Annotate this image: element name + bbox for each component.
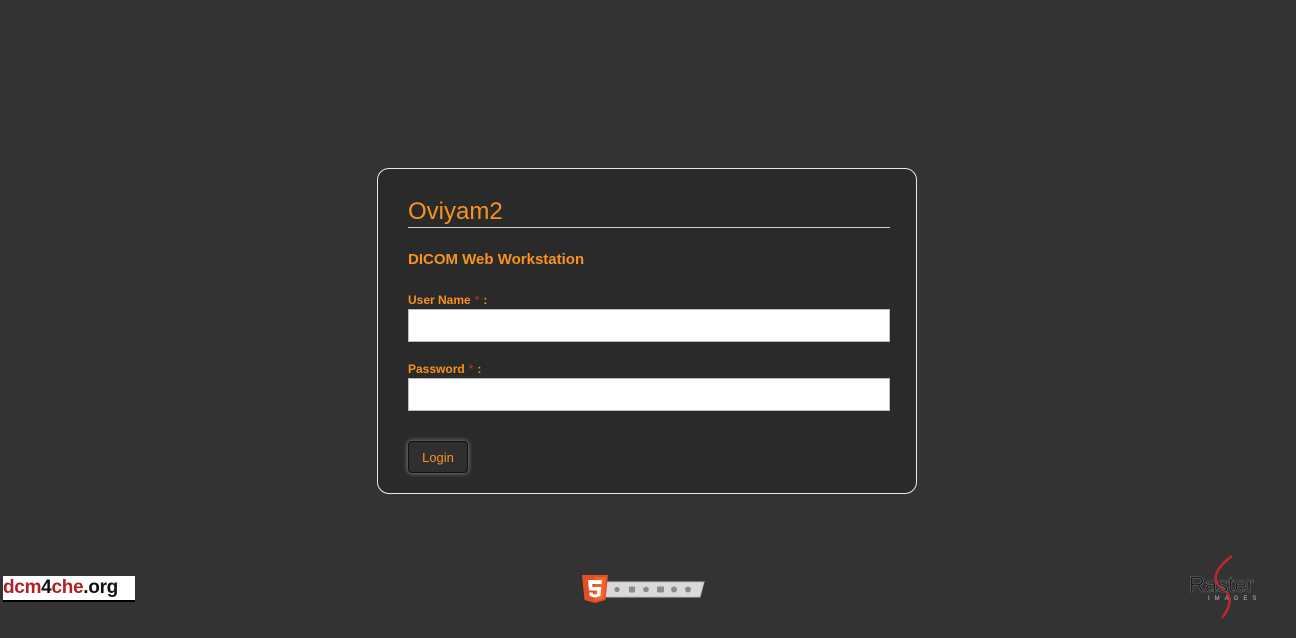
html5-badge-icon <box>582 575 706 603</box>
dcm4che-logo-che: che <box>51 577 84 598</box>
login-panel: Oviyam2 DICOM Web Workstation User Name *… <box>377 168 917 494</box>
raster-logo-text: Raster <box>1189 572 1254 597</box>
password-label: Password *: <box>408 362 890 377</box>
label-suffix: : <box>483 293 488 307</box>
raster-logo-subtext: IMAGES <box>1208 596 1261 602</box>
app-title: Oviyam2 <box>408 197 890 228</box>
app-subtitle: DICOM Web Workstation <box>408 251 585 268</box>
login-button[interactable]: Login <box>408 441 468 473</box>
required-marker: * <box>468 362 474 376</box>
password-label-text: Password <box>408 362 465 376</box>
dcm4che-logo-four: 4 <box>41 577 52 598</box>
password-input[interactable] <box>408 378 890 411</box>
username-label-text: User Name <box>408 293 471 307</box>
dcm4che-logo[interactable]: dcm4che.org <box>3 576 135 602</box>
login-form: Oviyam2 DICOM Web Workstation User Name *… <box>408 197 890 473</box>
label-suffix: : <box>477 362 482 376</box>
dcm4che-logo-org: .org <box>83 577 118 598</box>
required-marker: * <box>474 293 480 307</box>
dcm4che-logo-dcm: dcm <box>3 577 42 598</box>
raster-images-logo[interactable]: Raster IMAGES <box>1186 554 1272 620</box>
username-label: User Name *: <box>408 293 890 308</box>
username-input[interactable] <box>408 309 890 342</box>
